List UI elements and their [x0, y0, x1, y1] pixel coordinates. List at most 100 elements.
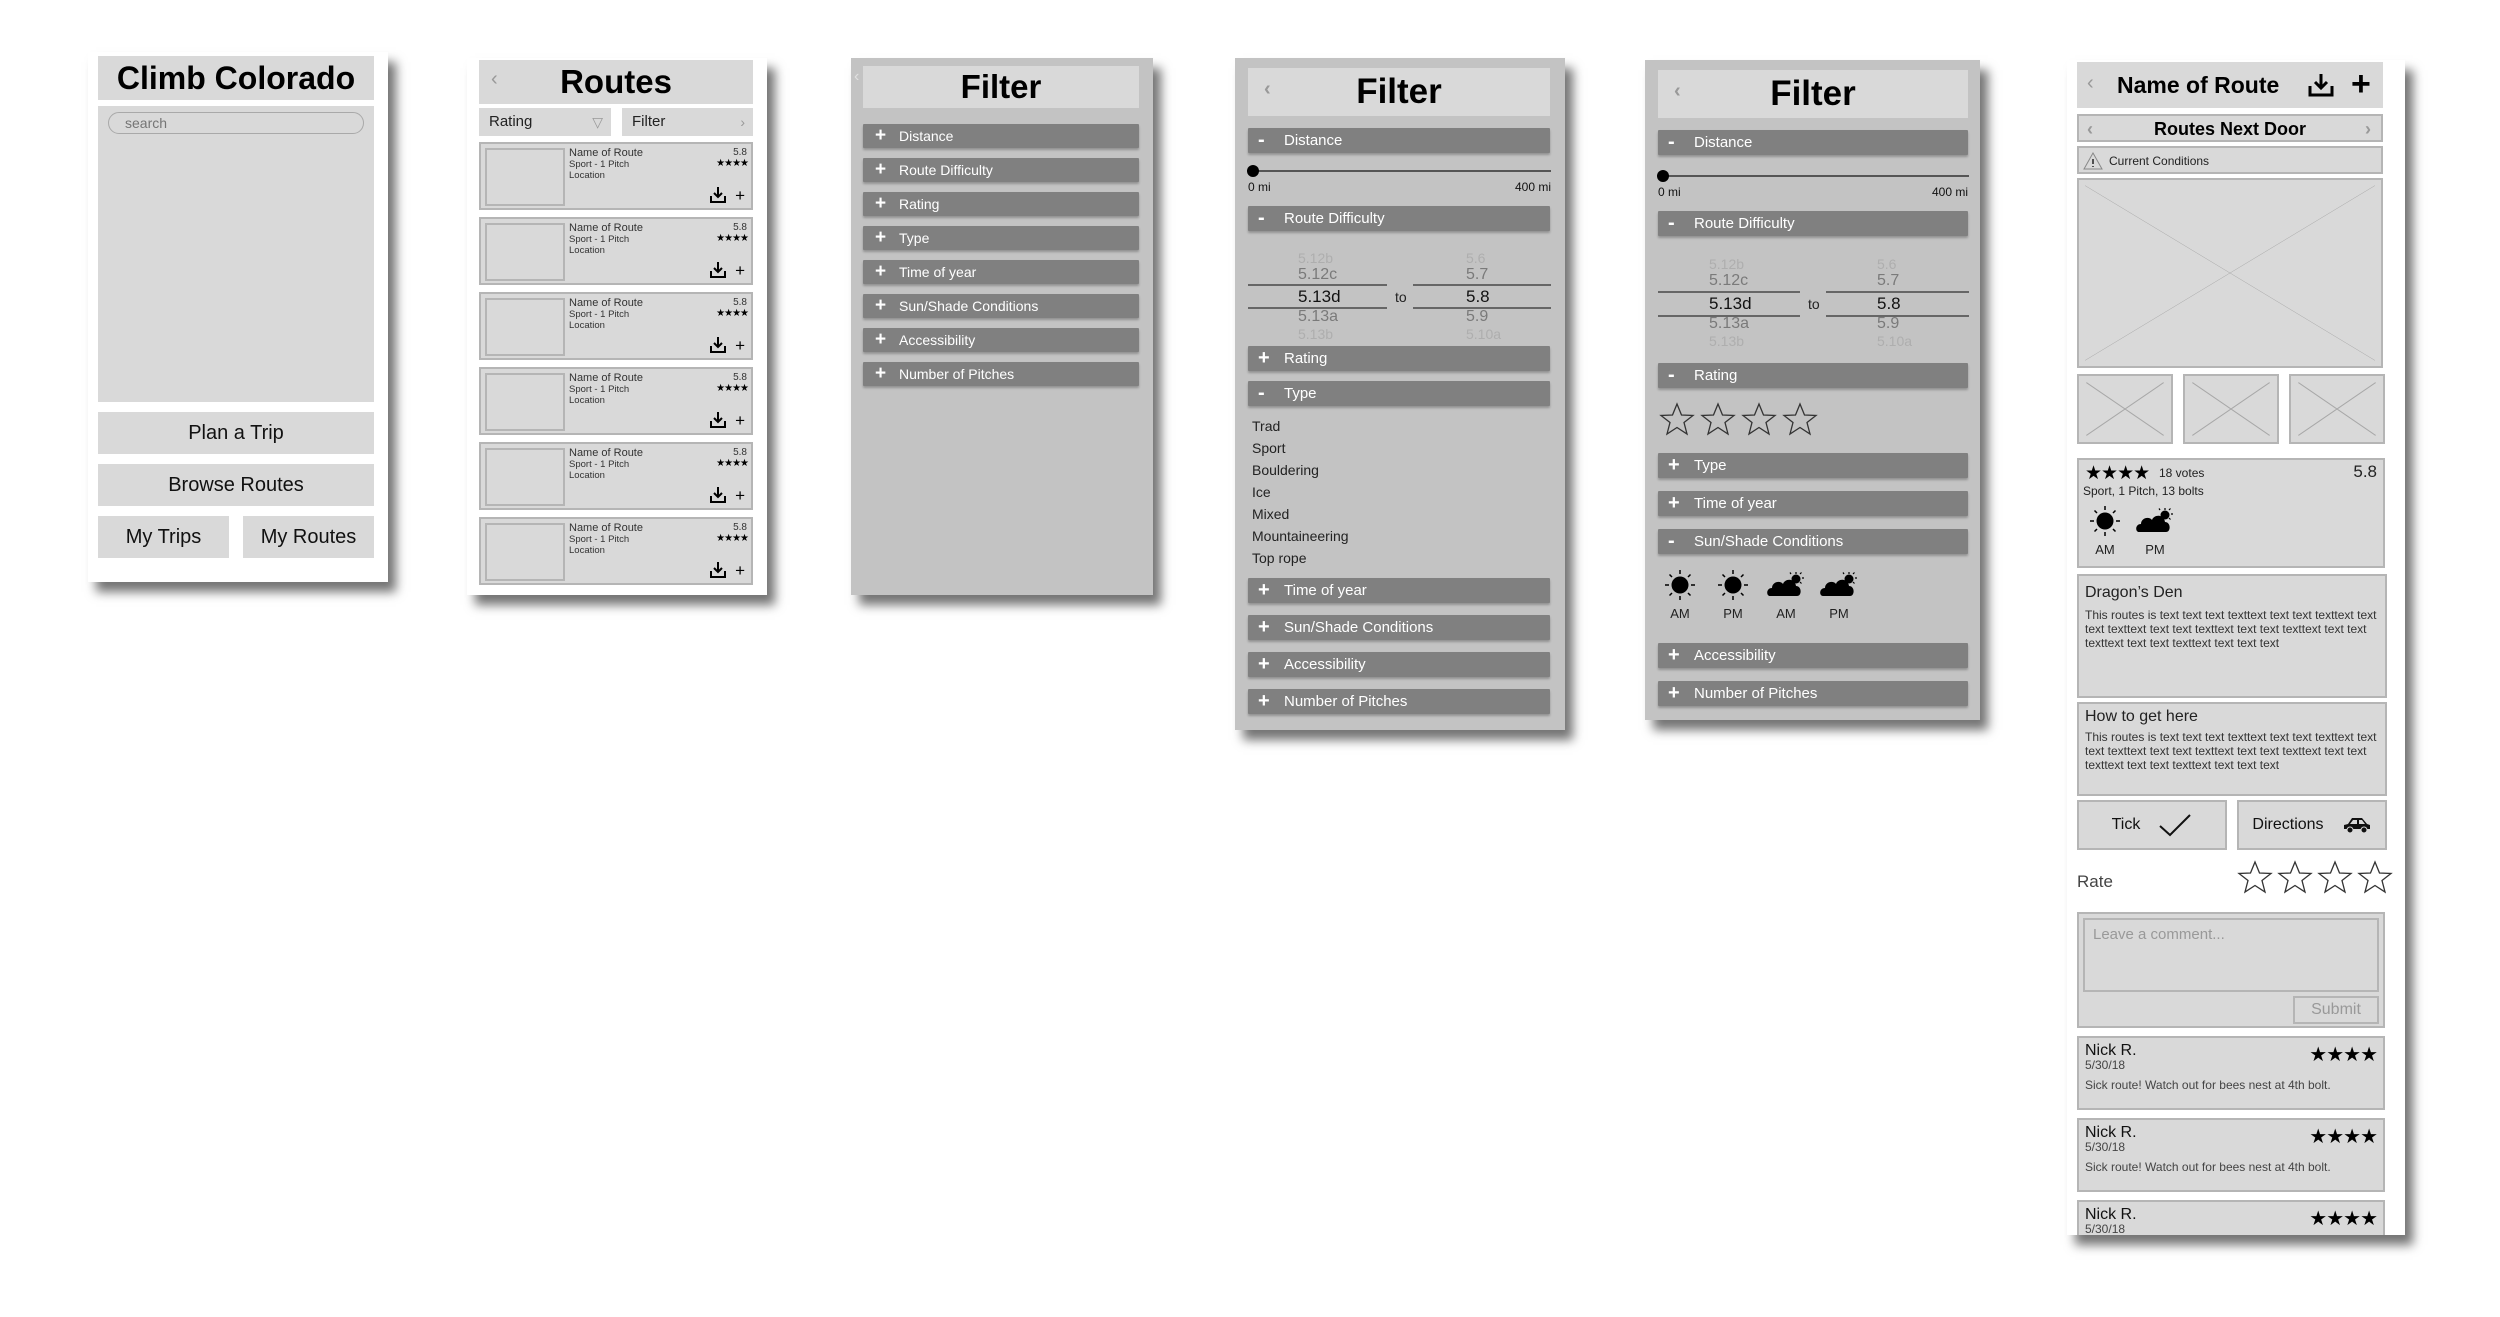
picker-option[interactable]: 5.6 — [1877, 256, 1896, 272]
sun-shade-option[interactable]: AM — [1660, 568, 1700, 621]
download-icon[interactable] — [709, 561, 727, 579]
accordion-time-of-year[interactable]: + Time of year — [1658, 491, 1968, 516]
picker-selected-from[interactable]: 5.13d — [1709, 294, 1752, 314]
thumbnail-photo[interactable] — [2289, 374, 2385, 444]
back-icon[interactable]: ‹ — [1674, 80, 1681, 103]
download-icon[interactable] — [2307, 72, 2335, 98]
picker-option[interactable]: 5.12b — [1298, 250, 1333, 266]
picker-option[interactable]: 5.10a — [1877, 333, 1912, 349]
star-outline-icon[interactable] — [1782, 402, 1818, 441]
download-icon[interactable] — [709, 411, 727, 429]
download-icon[interactable] — [709, 261, 727, 279]
star-outline-icon[interactable] — [2357, 860, 2393, 899]
prev-route-icon[interactable]: ‹ — [2087, 116, 2093, 142]
type-option[interactable]: Bouldering — [1252, 462, 1319, 478]
accordion-sun-shade-conditions[interactable]: + Sun/Shade Conditions — [863, 294, 1139, 318]
tick-button[interactable]: Tick — [2077, 800, 2227, 850]
back-icon[interactable]: ‹ — [2087, 72, 2094, 95]
search-input[interactable] — [108, 112, 364, 134]
star-outline-icon[interactable] — [2237, 860, 2273, 899]
route-list-item[interactable]: Name of Route Sport - 1 Pitch Location 5.8 ★… — [479, 367, 753, 435]
picker-option[interactable]: 5.10a — [1466, 326, 1501, 342]
route-list-item[interactable]: Name of Route Sport - 1 Pitch Location 5.8 ★… — [479, 142, 753, 210]
picker-option[interactable]: 5.7 — [1877, 272, 1899, 290]
type-option[interactable]: Ice — [1252, 484, 1271, 500]
route-list-item[interactable]: Name of Route Sport - 1 Pitch Location 5.8 ★… — [479, 517, 753, 585]
accordion-type[interactable]: + Type — [863, 226, 1139, 250]
distance-slider-handle[interactable] — [1657, 170, 1669, 182]
accordion-accessibility[interactable]: + Accessibility — [1248, 652, 1550, 677]
sun-shade-option[interactable]: PM — [1819, 568, 1859, 621]
thumbnail-photo[interactable] — [2077, 374, 2173, 444]
sort-dropdown[interactable]: Rating ▽ — [479, 108, 611, 136]
rating-stars[interactable] — [1659, 402, 1818, 441]
submit-button[interactable]: Submit — [2293, 996, 2379, 1024]
picker-option[interactable]: 5.12c — [1709, 272, 1748, 290]
sun-shade-option[interactable]: AM — [1766, 568, 1806, 621]
add-icon[interactable]: + — [735, 262, 745, 280]
sun-shade-option[interactable]: PM — [1713, 568, 1753, 621]
distance-slider-handle[interactable] — [1247, 165, 1259, 177]
picker-option[interactable]: 5.9 — [1466, 308, 1488, 326]
filter-button[interactable]: Filter › — [622, 108, 753, 136]
accordion-route-difficulty[interactable]: - Route Difficulty — [1248, 206, 1550, 231]
accordion-type[interactable]: - Type — [1248, 381, 1550, 406]
star-outline-icon[interactable] — [2277, 860, 2313, 899]
comment-input[interactable] — [2083, 918, 2379, 992]
current-conditions[interactable]: Current Conditions — [2077, 146, 2383, 174]
browse-routes-button[interactable]: Browse Routes — [98, 464, 374, 506]
distance-slider-track[interactable] — [1251, 170, 1551, 172]
rate-stars[interactable] — [2237, 860, 2393, 899]
picker-selected-from[interactable]: 5.13d — [1298, 287, 1341, 307]
picker-option[interactable]: 5.12b — [1709, 256, 1744, 272]
plan-trip-button[interactable]: Plan a Trip — [98, 412, 374, 454]
type-option[interactable]: Mountaineering — [1252, 528, 1349, 544]
my-trips-button[interactable]: My Trips — [98, 516, 229, 558]
distance-slider-track[interactable] — [1661, 175, 1969, 177]
picker-option[interactable]: 5.13a — [1709, 315, 1749, 333]
accordion-time-of-year[interactable]: + Time of year — [1248, 578, 1550, 603]
picker-option[interactable]: 5.12c — [1298, 266, 1337, 284]
accordion-time-of-year[interactable]: + Time of year — [863, 260, 1139, 284]
back-icon[interactable]: ‹ — [1264, 78, 1271, 101]
picker-option[interactable]: 5.13b — [1298, 326, 1333, 342]
route-list-item[interactable]: Name of Route Sport - 1 Pitch Location 5.8 ★… — [479, 442, 753, 510]
accordion-type[interactable]: + Type — [1658, 453, 1968, 478]
type-option[interactable]: Top rope — [1252, 550, 1306, 566]
star-outline-icon[interactable] — [1741, 402, 1777, 441]
accordion-number-of-pitches[interactable]: + Number of Pitches — [1658, 681, 1968, 706]
add-icon[interactable]: + — [735, 187, 745, 205]
thumbnail-photo[interactable] — [2183, 374, 2279, 444]
picker-option[interactable]: 5.9 — [1877, 315, 1899, 333]
next-route-icon[interactable]: › — [2365, 116, 2371, 142]
type-option[interactable]: Sport — [1252, 440, 1285, 456]
accordion-distance[interactable]: - Distance — [1658, 130, 1968, 155]
download-icon[interactable] — [709, 486, 727, 504]
accordion-sun-shade[interactable]: - Sun/Shade Conditions — [1658, 529, 1968, 554]
accordion-number-of-pitches[interactable]: + Number of Pitches — [1248, 689, 1550, 714]
download-icon[interactable] — [709, 336, 727, 354]
accordion-number-of-pitches[interactable]: + Number of Pitches — [863, 362, 1139, 386]
picker-selected-to[interactable]: 5.8 — [1466, 287, 1490, 307]
accordion-accessibility[interactable]: + Accessibility — [1658, 643, 1968, 668]
add-icon[interactable]: + — [735, 412, 745, 430]
accordion-distance[interactable]: - Distance — [1248, 128, 1550, 153]
add-icon[interactable]: + — [735, 337, 745, 355]
accordion-rating[interactable]: + Rating — [863, 192, 1139, 216]
route-list-item[interactable]: Name of Route Sport - 1 Pitch Location 5.8 ★… — [479, 217, 753, 285]
star-outline-icon[interactable] — [2317, 860, 2353, 899]
back-icon[interactable]: ‹ — [854, 68, 859, 86]
picker-selected-to[interactable]: 5.8 — [1877, 294, 1901, 314]
picker-option[interactable]: 5.6 — [1466, 250, 1485, 266]
accordion-distance[interactable]: + Distance — [863, 124, 1139, 148]
add-icon[interactable]: + — [735, 562, 745, 580]
route-list-item[interactable]: Name of Route Sport - 1 Pitch Location 5.8 ★… — [479, 292, 753, 360]
picker-option[interactable]: 5.13a — [1298, 308, 1338, 326]
type-option[interactable]: Mixed — [1252, 506, 1289, 522]
directions-button[interactable]: Directions — [2237, 800, 2387, 850]
accordion-rating[interactable]: + Rating — [1248, 346, 1550, 371]
type-option[interactable]: Trad — [1252, 418, 1280, 434]
accordion-rating[interactable]: - Rating — [1658, 363, 1968, 388]
add-icon[interactable]: + — [2351, 64, 2371, 104]
picker-option[interactable]: 5.13b — [1709, 333, 1744, 349]
